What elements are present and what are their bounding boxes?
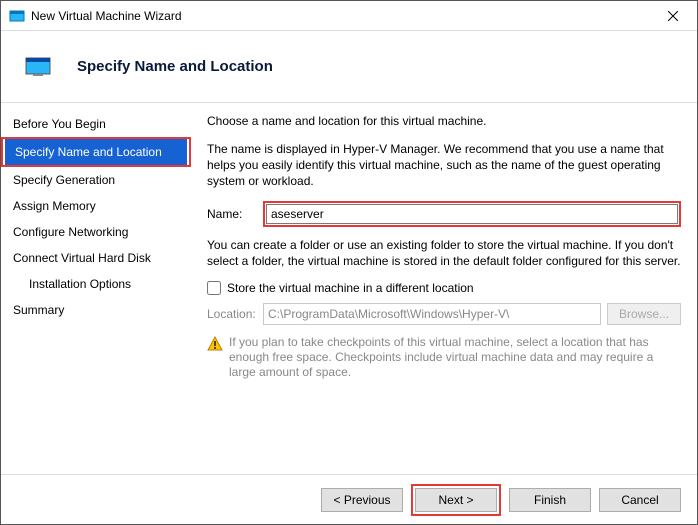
window-title: New Virtual Machine Wizard (31, 9, 651, 23)
folder-desc: You can create a folder or use an existi… (207, 237, 681, 269)
sidebar-item-0[interactable]: Before You Begin (1, 111, 191, 137)
sidebar-item-4[interactable]: Configure Networking (1, 219, 191, 245)
vm-icon (25, 57, 51, 77)
app-icon (9, 8, 25, 24)
store-different-label: Store the virtual machine in a different… (227, 281, 474, 295)
sidebar-item-7[interactable]: Summary (1, 297, 191, 323)
cancel-button[interactable]: Cancel (599, 488, 681, 512)
name-input[interactable] (266, 204, 678, 224)
name-label: Name: (207, 207, 263, 221)
sidebar-item-3[interactable]: Assign Memory (1, 193, 191, 219)
page-title: Specify Name and Location (77, 58, 273, 75)
info-row: If you plan to take checkpoints of this … (207, 335, 681, 380)
browse-button: Browse... (607, 303, 681, 325)
next-button[interactable]: Next > (415, 488, 497, 512)
location-label: Location: (207, 307, 263, 321)
sidebar-item-2[interactable]: Specify Generation (1, 167, 191, 193)
footer: < Previous Next > Finish Cancel (1, 474, 697, 524)
wizard-window: New Virtual Machine Wizard Specify Name … (0, 0, 698, 525)
desc-text: The name is displayed in Hyper-V Manager… (207, 141, 681, 189)
previous-button[interactable]: < Previous (321, 488, 403, 512)
warning-icon (207, 336, 223, 380)
next-highlight: Next > (411, 484, 501, 516)
store-different-row: Store the virtual machine in a different… (207, 281, 681, 295)
main-panel: Choose a name and location for this virt… (191, 103, 697, 474)
wizard-body: Before You BeginSpecify Name and Locatio… (1, 103, 697, 474)
name-row: Name: (207, 201, 681, 227)
location-input (263, 303, 601, 325)
titlebar: New Virtual Machine Wizard (1, 1, 697, 31)
sidebar-item-label: Specify Name and Location (5, 139, 187, 165)
name-highlight (263, 201, 681, 227)
sidebar: Before You BeginSpecify Name and Locatio… (1, 103, 191, 474)
store-different-checkbox[interactable] (207, 281, 221, 295)
sidebar-item-1[interactable]: Specify Name and Location (1, 137, 191, 167)
info-text: If you plan to take checkpoints of this … (229, 335, 681, 380)
sidebar-item-5[interactable]: Connect Virtual Hard Disk (1, 245, 191, 271)
location-row: Location: Browse... (207, 303, 681, 325)
intro-text: Choose a name and location for this virt… (207, 113, 681, 129)
finish-button[interactable]: Finish (509, 488, 591, 512)
sidebar-item-6[interactable]: Installation Options (1, 271, 191, 297)
close-button[interactable] (651, 1, 695, 31)
page-header: Specify Name and Location (1, 31, 697, 103)
